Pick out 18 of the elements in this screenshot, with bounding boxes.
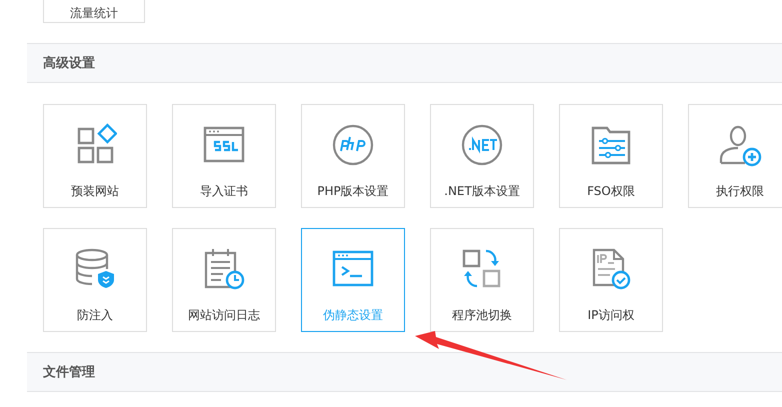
setting-tile[interactable]: .NET版本设置	[430, 104, 534, 208]
setting-tile[interactable]: 网站访问日志	[172, 228, 276, 332]
tile-label[interactable]: 流量统计	[43, 0, 145, 23]
setting-tile[interactable]: 执行权限	[688, 104, 782, 208]
php-icon	[331, 123, 375, 167]
setting-tile[interactable]: 导入证书	[172, 104, 276, 208]
user-add-icon	[718, 123, 762, 167]
setting-tile[interactable]: PHP版本设置	[301, 104, 405, 208]
section-title: 高级设置	[43, 54, 95, 72]
setting-tile[interactable]: IP访问权	[559, 228, 663, 332]
database-shield-icon	[73, 247, 117, 291]
section-title: 文件管理	[43, 364, 95, 381]
setting-tile[interactable]: FSO权限	[559, 104, 663, 208]
dotnet-icon	[460, 123, 504, 167]
calendar-clock-icon	[202, 247, 246, 291]
setting-tile[interactable]: 防注入	[43, 228, 147, 332]
setting-tile[interactable]: 预装网站	[43, 104, 147, 208]
setting-tile[interactable]: 程序池切换	[430, 228, 534, 332]
